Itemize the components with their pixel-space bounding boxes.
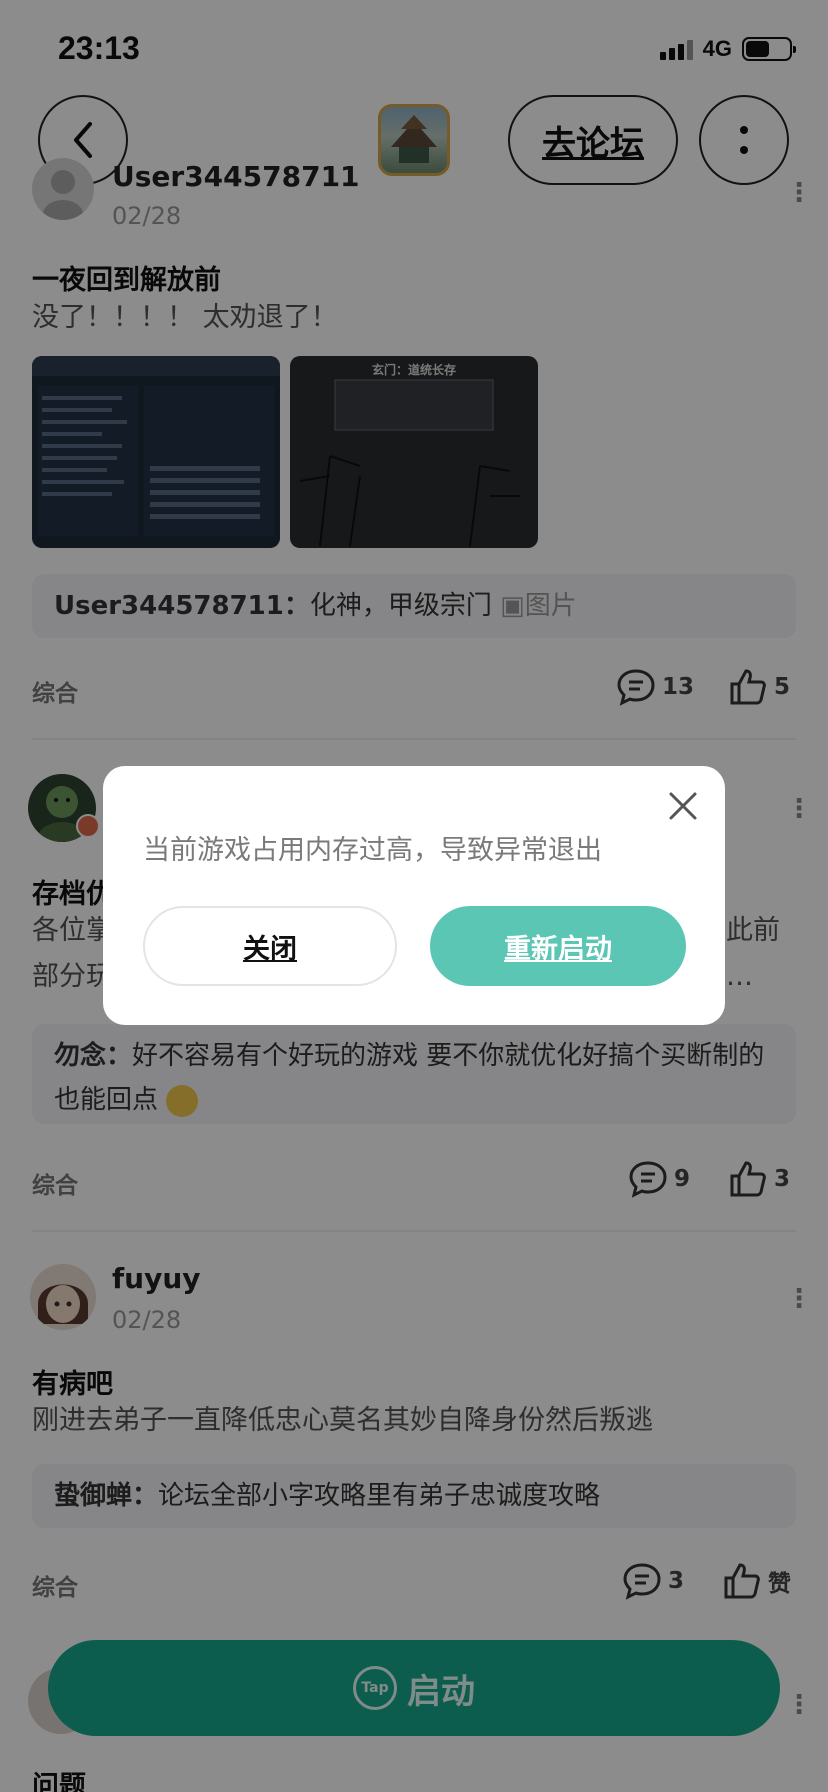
close-button[interactable]: 关闭 [143,906,397,986]
close-icon[interactable] [665,788,701,824]
error-dialog: 当前游戏占用内存过高，导致异常退出 关闭 重新启动 [103,766,725,1025]
dialog-message: 当前游戏占用内存过高，导致异常退出 [143,835,602,866]
restart-button[interactable]: 重新启动 [430,906,686,986]
